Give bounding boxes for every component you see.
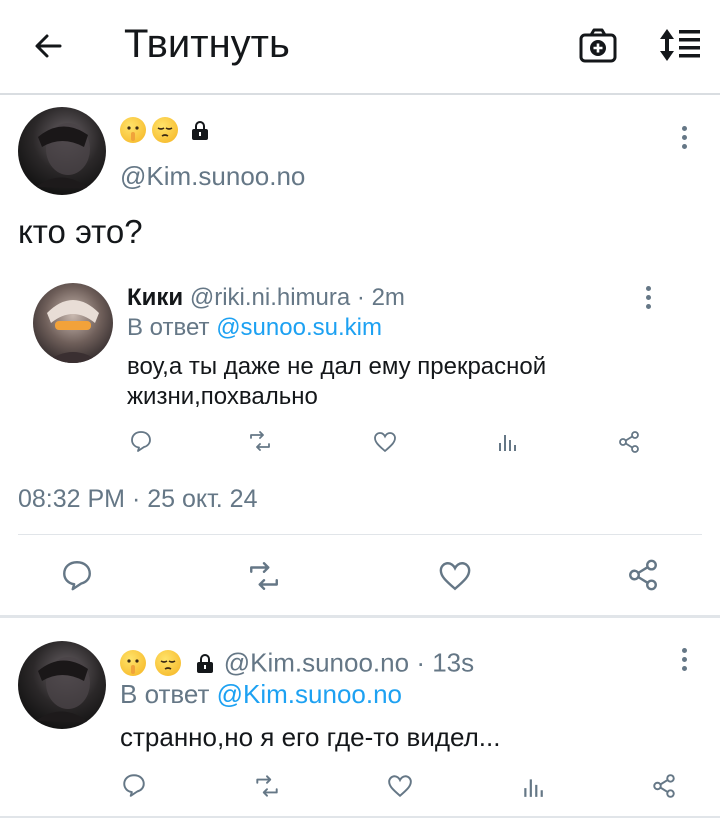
quoted-text-line2: жизни,похвально — [127, 383, 318, 410]
quoted-reply-line: В ответ @sunoo.su.kim — [127, 314, 382, 342]
top-bar: Твитнуть — [0, 0, 720, 95]
more-icon[interactable] — [679, 648, 689, 678]
avatar[interactable] — [18, 641, 106, 729]
reply-icon[interactable] — [129, 429, 153, 453]
quoted-name[interactable]: Кики — [127, 284, 183, 311]
retweet-icon[interactable] — [245, 559, 283, 593]
reply-icon[interactable] — [121, 772, 147, 798]
retweet-icon[interactable] — [247, 429, 273, 453]
tweet-timestamp: 08:32 PM · 25 окт. 24 — [18, 485, 258, 513]
camera-plus-icon[interactable] — [578, 26, 618, 64]
quoted-header: Кики @riki.ni.himura · 2m — [127, 284, 405, 312]
sort-icon[interactable] — [656, 26, 702, 64]
divider — [18, 534, 702, 535]
more-icon[interactable] — [643, 286, 653, 316]
share-icon[interactable] — [617, 430, 641, 454]
retweet-icon[interactable] — [253, 773, 281, 799]
reply-prefix: В ответ — [127, 314, 210, 341]
like-icon[interactable] — [387, 773, 413, 799]
avatar[interactable] — [33, 283, 113, 363]
divider — [0, 816, 720, 818]
reply-prefix: В ответ — [120, 679, 210, 709]
shushing-face-icon — [120, 117, 146, 143]
shushing-face-icon — [120, 650, 146, 677]
share-icon[interactable] — [651, 773, 677, 799]
back-arrow-icon[interactable] — [30, 28, 66, 64]
like-icon[interactable] — [373, 430, 397, 454]
divider — [0, 615, 720, 618]
page-title: Твитнуть — [124, 22, 290, 66]
user-handle[interactable]: @Kim.sunoo.no — [120, 161, 305, 192]
reply-to-link[interactable]: @sunoo.su.kim — [216, 314, 382, 341]
quoted-text-line1: воу,а ты даже не дал ему прекрасной — [127, 353, 547, 380]
more-icon[interactable] — [679, 126, 689, 156]
quoted-handle[interactable]: @riki.ni.himura — [190, 284, 350, 311]
lock-icon — [191, 121, 208, 140]
avatar[interactable] — [18, 107, 106, 195]
pensive-face-icon — [155, 650, 182, 677]
lock-icon — [197, 654, 214, 674]
reply-to-line: В ответ @Kim.sunoo.no — [120, 679, 402, 710]
pensive-face-icon — [152, 117, 179, 143]
reply-to-link[interactable]: @Kim.sunoo.no — [217, 679, 402, 709]
user-badges — [120, 117, 211, 145]
reply-header: @Kim.sunoo.no · 13s — [120, 646, 475, 678]
like-icon[interactable] — [438, 559, 472, 593]
reply-text: странно,но я его где-то видел... — [120, 722, 501, 752]
stats-icon[interactable] — [522, 775, 544, 799]
quoted-time: · 2m — [356, 284, 405, 311]
share-icon[interactable] — [626, 558, 660, 592]
reply-handle[interactable]: @Kim.sunoo.no — [224, 648, 409, 678]
tweet-text: кто это? — [18, 213, 143, 250]
reply-time: · 13s — [416, 647, 475, 678]
reply-icon[interactable] — [60, 558, 94, 592]
stats-icon[interactable] — [497, 431, 517, 453]
